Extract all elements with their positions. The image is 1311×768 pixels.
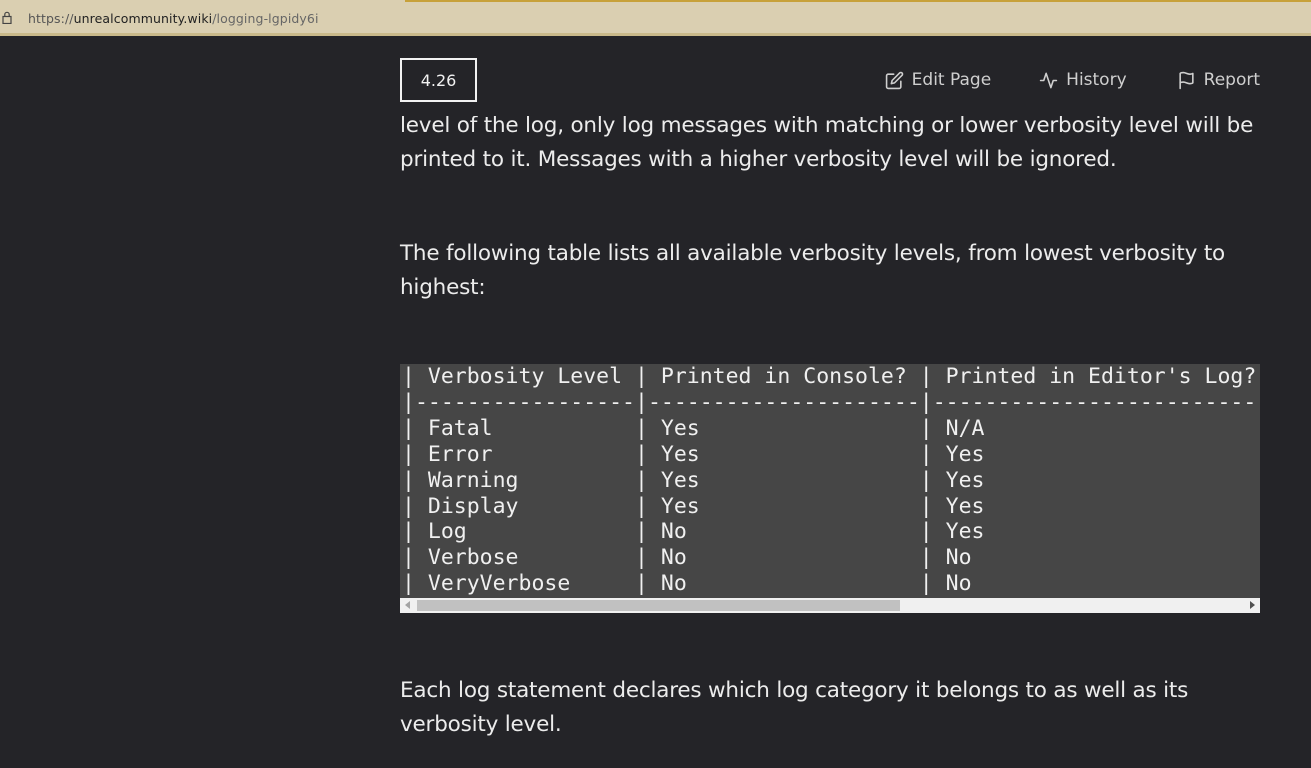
url-path: /logging-lgpidy6i — [212, 11, 319, 26]
code-line: | Log | No | Yes | L — [402, 519, 1260, 545]
verbosity-table-code-block[interactable]: | Verbosity Level | Printed in Console? … — [400, 364, 1260, 598]
paragraph-log-statement: Each log statement declares which log ca… — [400, 674, 1260, 742]
horizontal-scrollbar[interactable] — [400, 598, 1260, 613]
edit-icon — [885, 71, 903, 89]
history-button[interactable]: History — [1039, 70, 1127, 90]
code-line: | Warning | Yes | Yes | L — [402, 467, 1260, 493]
code-line: | Error | Yes | Yes | L — [402, 441, 1260, 467]
code-line: | Verbose | No | No | — [402, 545, 1260, 571]
address-bar[interactable]: https://unrealcommunity.wiki/logging-lgp… — [0, 0, 1311, 36]
paragraph-line: verbosity level. — [400, 712, 562, 737]
edit-page-label: Edit Page — [911, 70, 992, 90]
activity-icon — [1039, 72, 1058, 88]
code-text: | Verbosity Level | Printed in Console? … — [400, 364, 1260, 597]
paragraph-line: The following table lists all available … — [400, 241, 1226, 266]
paragraph-line: highest: — [400, 275, 486, 300]
page-actions: Edit Page History Report — [885, 66, 1260, 94]
code-line: |-----------------|---------------------… — [402, 389, 1260, 415]
tab-accent — [405, 0, 1311, 2]
report-button[interactable]: Report — [1177, 70, 1260, 90]
content-clip — [400, 104, 1260, 116]
history-label: History — [1066, 70, 1127, 90]
scrollbar-thumb[interactable] — [417, 600, 900, 611]
code-line: | VeryVerbose | No | No | — [402, 571, 1260, 597]
edit-page-button[interactable]: Edit Page — [885, 70, 991, 90]
code-line: | Verbosity Level | Printed in Console? … — [402, 364, 1260, 389]
url-text[interactable]: https://unrealcommunity.wiki/logging-lgp… — [28, 11, 319, 26]
paragraph-line: printed to it. Messages with a higher ve… — [400, 147, 1117, 172]
scroll-left-arrow-icon[interactable] — [405, 601, 410, 609]
lock-icon — [2, 11, 12, 24]
code-line: | Display | Yes | Yes | L — [402, 493, 1260, 519]
scroll-right-arrow-icon[interactable] — [1250, 601, 1255, 609]
code-line: | Fatal | Yes | N/A | C — [402, 415, 1260, 441]
paragraph-line: Each log statement declares which log ca… — [400, 678, 1189, 703]
version-selector[interactable]: 4.26 — [400, 58, 477, 102]
url-domain: unrealcommunity.wiki — [73, 11, 213, 26]
paragraph-table-intro: The following table lists all available … — [400, 237, 1260, 305]
url-scheme: https:// — [28, 11, 74, 26]
flag-icon — [1179, 71, 1194, 89]
report-label: Report — [1203, 70, 1260, 90]
paragraph-verbosity-filter: level of the log, only log messages with… — [400, 109, 1260, 177]
